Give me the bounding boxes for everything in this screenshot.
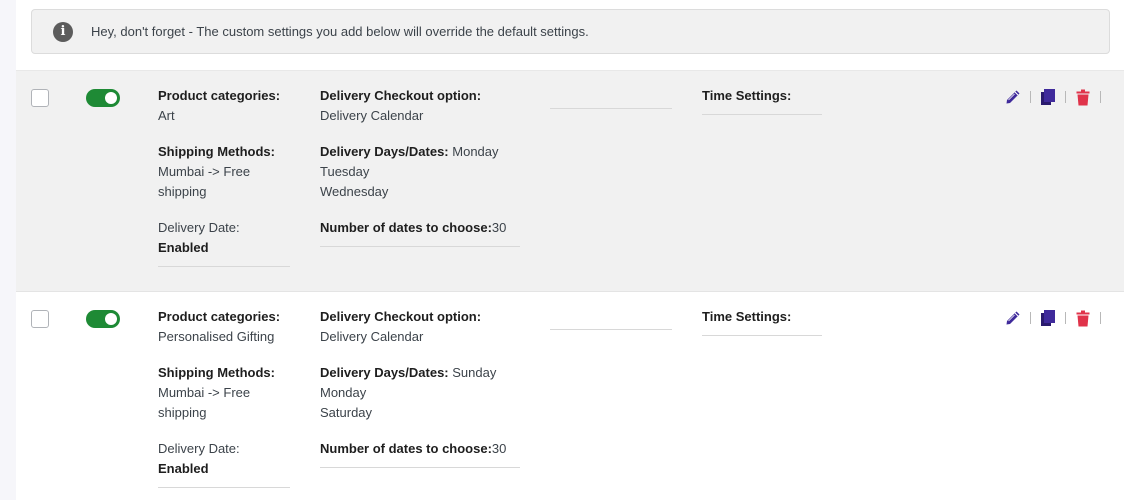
checkout-option-label: Delivery Checkout option:: [320, 88, 482, 103]
edit-icon[interactable]: [1004, 87, 1022, 107]
checkout-option-value: Delivery Calendar: [320, 329, 424, 344]
num-dates-label: Number of dates to choose:: [320, 441, 492, 456]
delivery-day: Sunday: [452, 365, 497, 380]
duplicate-icon[interactable]: [1039, 87, 1057, 107]
delivery-day: Monday: [452, 144, 499, 159]
row-select-checkbox[interactable]: [31, 310, 49, 328]
action-separator: [1065, 312, 1066, 324]
num-dates-label: Number of dates to choose:: [320, 220, 492, 235]
info-icon: i: [53, 22, 73, 42]
delivery-day: Saturday: [320, 405, 373, 420]
delivery-day: Tuesday: [320, 164, 370, 179]
divider: [550, 86, 672, 109]
row-select-checkbox[interactable]: [31, 89, 49, 107]
time-settings-column: Time Settings:: [702, 307, 822, 336]
delivery-date-value: Enabled: [158, 240, 209, 255]
rule-summary-column: Product categories: Art Shipping Methods…: [158, 86, 290, 267]
shipping-methods-label: Shipping Methods:: [158, 365, 275, 380]
delivery-date-label: Delivery Date:: [158, 441, 240, 456]
time-settings-column: Time Settings:: [702, 86, 822, 115]
empty-column: [550, 86, 672, 109]
checkout-option-value: Delivery Calendar: [320, 108, 424, 123]
rule-row: Product categories: Art Shipping Methods…: [16, 70, 1124, 292]
rule-row: Product categories: Personalised Gifting…: [16, 292, 1124, 500]
delivery-day: Monday: [320, 385, 367, 400]
custom-settings-page: i Hey, don't forget - The custom setting…: [16, 0, 1124, 500]
delivery-settings-column: Delivery Checkout option: Delivery Calen…: [320, 307, 520, 468]
action-separator: [1030, 312, 1031, 324]
delete-icon[interactable]: [1074, 87, 1092, 107]
edit-icon[interactable]: [1004, 308, 1022, 328]
delivery-days-label: Delivery Days/Dates:: [320, 365, 449, 380]
product-categories-value: Art: [158, 108, 175, 123]
row-actions: [1004, 87, 1109, 107]
delete-icon[interactable]: [1074, 308, 1092, 328]
toggle-knob: [105, 313, 117, 325]
num-dates-value: 30: [491, 441, 507, 456]
empty-column: [550, 307, 672, 330]
product-categories-value: Personalised Gifting: [158, 329, 275, 344]
action-separator: [1100, 91, 1101, 103]
shipping-methods-label: Shipping Methods:: [158, 144, 275, 159]
shipping-methods-value: Mumbai -> Free shipping: [158, 385, 251, 420]
notice-banner: i Hey, don't forget - The custom setting…: [31, 9, 1110, 54]
shipping-methods-value: Mumbai -> Free shipping: [158, 164, 251, 199]
time-settings-label: Time Settings:: [702, 86, 822, 115]
action-separator: [1100, 312, 1101, 324]
rule-summary-column: Product categories: Personalised Gifting…: [158, 307, 290, 488]
product-categories-label: Product categories:: [158, 309, 281, 324]
delivery-date-label: Delivery Date:: [158, 220, 240, 235]
notice-text: Hey, don't forget - The custom settings …: [91, 24, 589, 39]
action-separator: [1030, 91, 1031, 103]
delivery-settings-column: Delivery Checkout option: Delivery Calen…: [320, 86, 520, 247]
action-separator: [1065, 91, 1066, 103]
delivery-day: Wednesday: [320, 184, 389, 199]
delivery-date-value: Enabled: [158, 461, 209, 476]
product-categories-label: Product categories:: [158, 88, 281, 103]
num-dates-value: 30: [491, 220, 507, 235]
toggle-knob: [105, 92, 117, 104]
checkout-option-label: Delivery Checkout option:: [320, 309, 482, 324]
rule-enabled-toggle[interactable]: [86, 89, 120, 107]
time-settings-label: Time Settings:: [702, 307, 822, 336]
row-actions: [1004, 308, 1109, 328]
divider: [550, 307, 672, 330]
duplicate-icon[interactable]: [1039, 308, 1057, 328]
rule-enabled-toggle[interactable]: [86, 310, 120, 328]
delivery-days-label: Delivery Days/Dates:: [320, 144, 449, 159]
